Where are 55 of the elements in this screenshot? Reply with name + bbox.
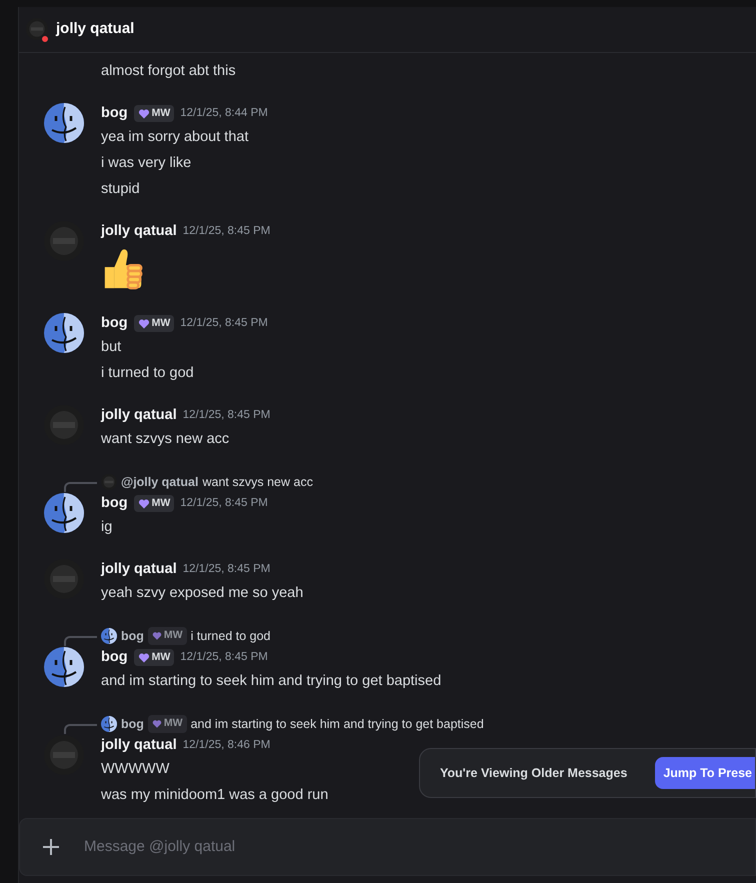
timestamp: 12/1/25, 8:45 PM: [182, 562, 270, 577]
smiley-face-avatar[interactable]: [44, 493, 84, 533]
message-text: yeah szvy exposed me so yeah: [101, 584, 304, 603]
smiley-face-avatar[interactable]: [44, 103, 84, 143]
username[interactable]: bog: [101, 312, 128, 334]
reply-connector: [64, 482, 97, 492]
reply-preview[interactable]: i turned to god: [190, 626, 271, 646]
timestamp: 12/1/25, 8:45 PM: [180, 650, 268, 665]
reply-author[interactable]: bog: [121, 714, 144, 734]
smiley-face-avatar[interactable]: [44, 647, 84, 687]
username[interactable]: bog: [101, 492, 128, 514]
reply-author[interactable]: bog: [121, 626, 144, 646]
timestamp: 12/1/25, 8:45 PM: [180, 496, 268, 511]
username[interactable]: jolly qatual: [101, 220, 177, 242]
message-text: stupid: [101, 180, 141, 199]
timestamp: 12/1/25, 8:44 PM: [180, 106, 268, 121]
reply-preview[interactable]: and im starting to seek him and trying to get baptised: [190, 714, 484, 734]
smiley-face-avatar[interactable]: [101, 628, 117, 644]
reply-author[interactable]: @jolly qatual: [121, 472, 198, 492]
plus-icon[interactable]: [42, 838, 60, 856]
username[interactable]: bog: [101, 102, 128, 124]
timestamp: 12/1/25, 8:45 PM: [182, 408, 270, 423]
message-text: and im starting to seek him and trying to get baptised: [101, 672, 442, 691]
username[interactable]: bog: [101, 646, 128, 668]
message-text: but: [101, 338, 122, 357]
username[interactable]: jolly qatual: [101, 734, 177, 756]
timestamp: 12/1/25, 8:46 PM: [182, 738, 270, 753]
heart-icon: [138, 318, 150, 330]
message-text: i was very like: [101, 154, 192, 173]
reply-connector: [64, 724, 97, 734]
message-text: ig: [101, 518, 114, 537]
heart-icon: [138, 652, 150, 664]
username[interactable]: jolly qatual: [101, 404, 177, 426]
timestamp: 12/1/25, 8:45 PM: [180, 316, 268, 331]
heart-icon: [152, 719, 162, 729]
username[interactable]: jolly qatual: [101, 558, 177, 580]
message-text: WWWWW: [101, 760, 170, 779]
banner-text: You're Viewing Older Messages: [440, 764, 628, 782]
reply-preview[interactable]: want szvys new acc: [202, 472, 313, 492]
smiley-face-avatar[interactable]: [44, 313, 84, 353]
heart-icon: [138, 108, 150, 120]
message-text: yea im sorry about that: [101, 128, 250, 147]
message-text: want szvys new acc: [101, 430, 230, 449]
heart-icon: [152, 631, 162, 641]
message-text: was my minidoom1 was a good run: [101, 786, 328, 805]
heart-icon: [138, 498, 150, 510]
message-composer[interactable]: Message @jolly qatual: [19, 818, 756, 876]
channel-title: jolly qatual: [56, 19, 134, 40]
message-text: i turned to god: [101, 364, 195, 383]
message-input[interactable]: Message @jolly qatual: [82, 834, 755, 860]
jump-to-present-button[interactable]: Jump To Prese: [655, 757, 755, 789]
reply-connector: [64, 636, 97, 646]
smiley-face-avatar[interactable]: [101, 716, 117, 732]
message-text: almost forgot abt this: [100, 62, 237, 81]
timestamp: 12/1/25, 8:45 PM: [182, 224, 270, 239]
